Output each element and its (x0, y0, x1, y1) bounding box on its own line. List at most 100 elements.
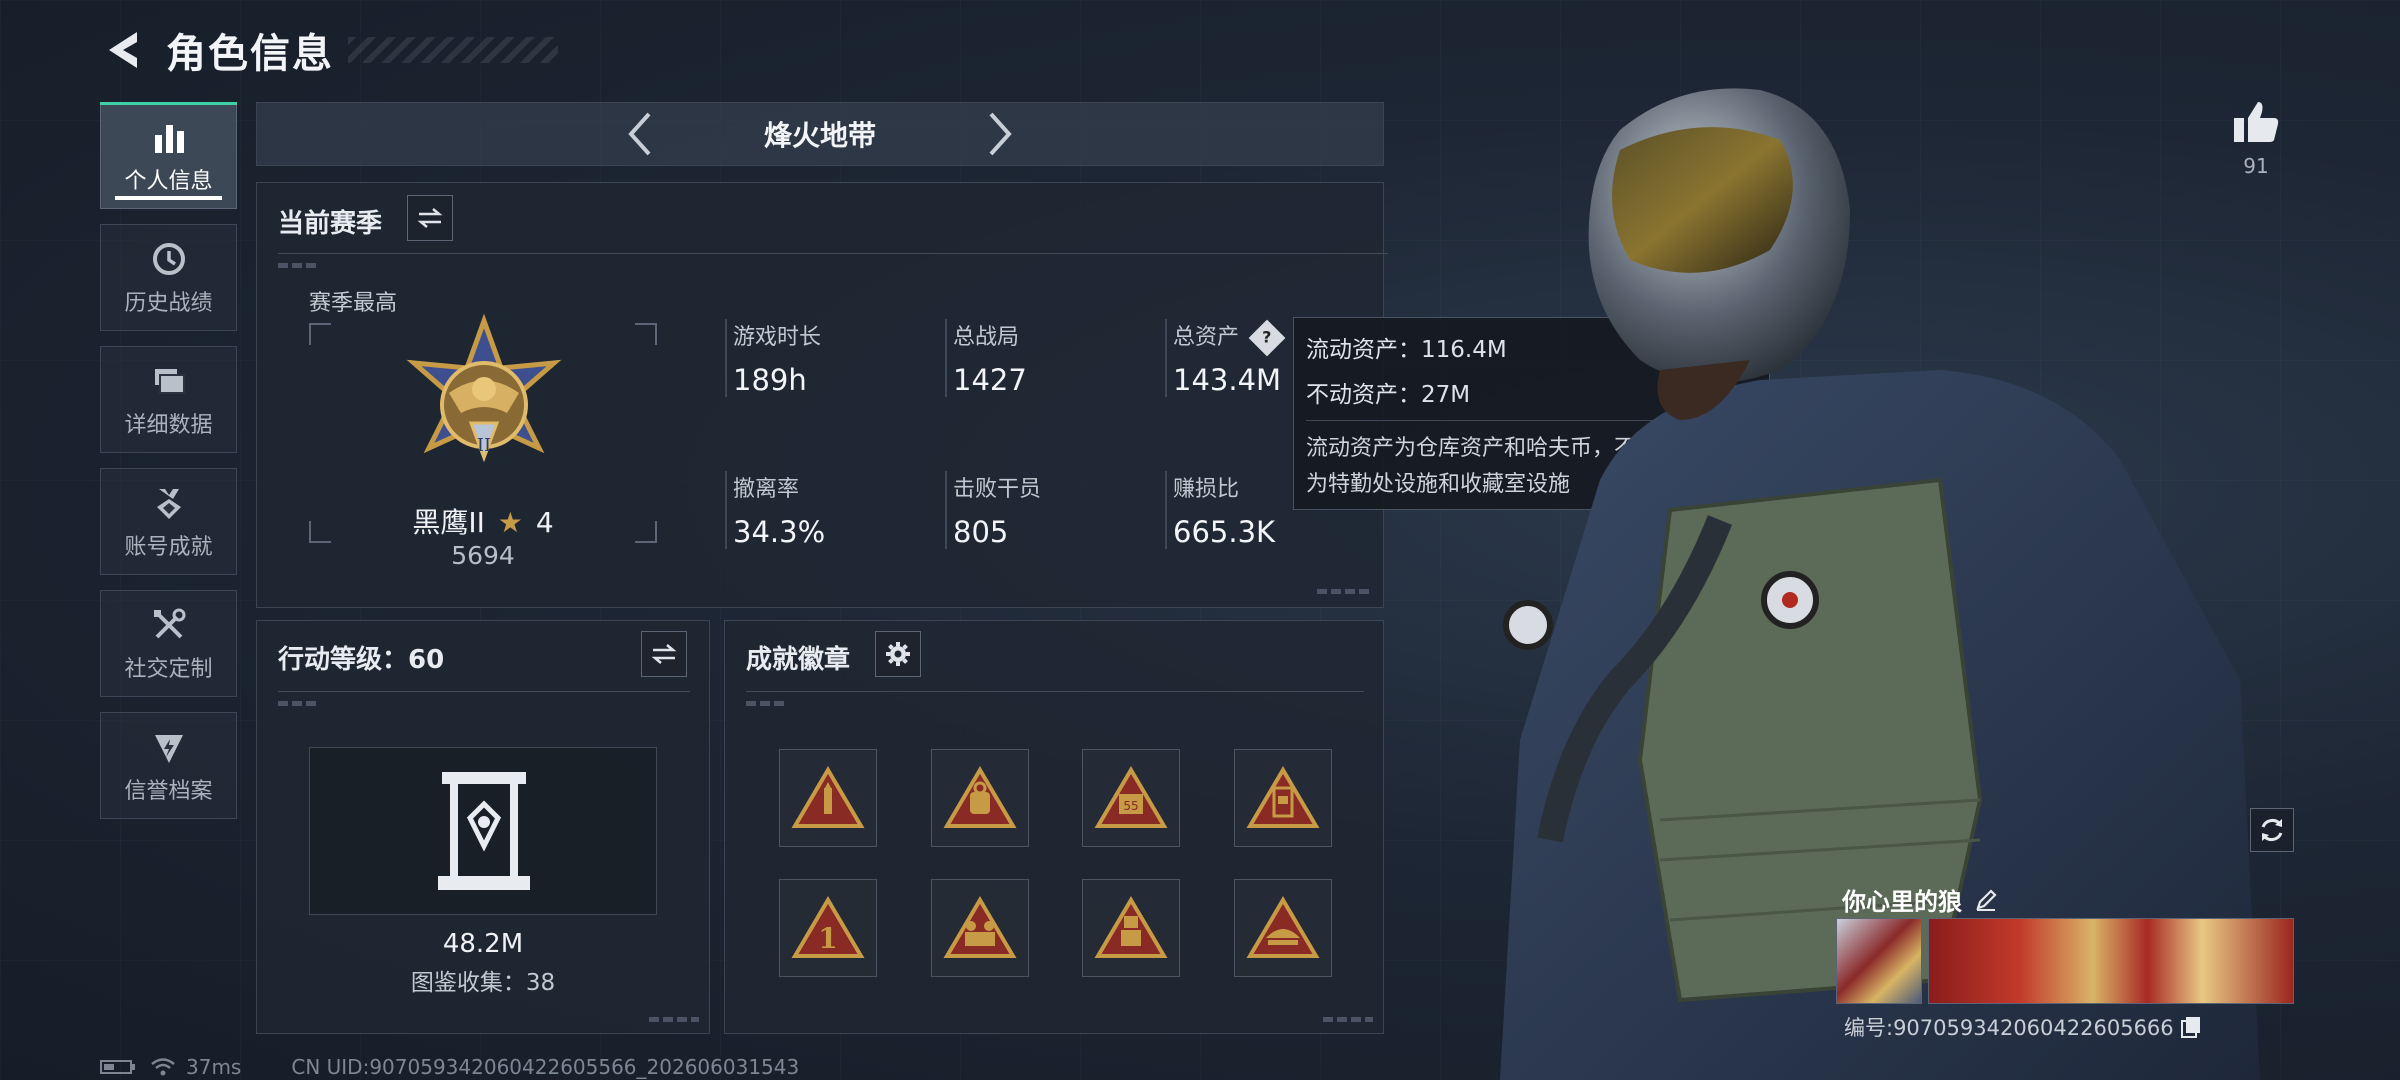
refresh-icon (2261, 819, 2283, 841)
shield-lightning-icon (149, 727, 189, 767)
uid-text: CN UID:907059342060422605566_20260603154… (291, 1055, 800, 1079)
divider-marks (278, 701, 318, 706)
stat-total-assets: 总资产 ? 143.4M (1165, 319, 1286, 397)
stat-value: 189h (733, 363, 807, 397)
player-id-row: 编号:907059342060422605666 (1844, 1012, 2202, 1042)
collection-screen[interactable] (309, 747, 657, 915)
header: 角色信息 (100, 20, 558, 80)
sidebar-item-label: 账号成就 (124, 534, 213, 560)
mode-title: 烽火地带 (763, 119, 876, 152)
folder-icon (149, 361, 189, 401)
ship-badge-icon[interactable] (1234, 879, 1332, 977)
ping-value: 37ms (186, 1055, 242, 1079)
stat-extraction-rate: 撤离率 34.3% (725, 471, 825, 549)
like-count: 91 (2243, 154, 2269, 178)
chevron-left-icon (628, 112, 651, 156)
sidebar-item-label: 信誉档案 (124, 778, 213, 804)
rank-name-row: 黑鹰II ★ 4 (309, 501, 657, 541)
season-switch-button[interactable] (407, 195, 453, 241)
bag-badge-icon[interactable] (931, 749, 1029, 847)
help-icon[interactable]: ? (1248, 319, 1286, 357)
stat-value: 1427 (953, 363, 1027, 397)
cabinet-badge-icon[interactable] (1234, 749, 1332, 847)
stat-play-time: 游戏时长 189h (725, 319, 821, 397)
action-level-panel: 行动等级：60 48.2M 图鉴收集：38 (256, 620, 710, 1034)
sidebar-item-label: 历史战绩 (124, 290, 213, 316)
number-one-badge-icon[interactable]: 1 (779, 879, 877, 977)
page-title: 角色信息 (166, 31, 334, 77)
achievement-medal-icon (149, 483, 189, 523)
back-button[interactable] (100, 27, 146, 73)
season-title: 当前赛季 (278, 209, 383, 239)
sidebar-item-detailed-data[interactable]: 详细数据 (100, 346, 237, 453)
avatar[interactable] (1836, 918, 1922, 1004)
gear-icon (886, 642, 910, 666)
wrench-screwdriver-icon (149, 605, 189, 645)
sidebar-item-achievements[interactable]: 账号成就 (100, 468, 237, 575)
nameplate-card[interactable] (1928, 918, 2294, 1004)
divider-marks (746, 701, 786, 706)
stat-profit-loss-ratio: 赚损比 665.3K (1165, 471, 1275, 549)
status-bar: 37ms CN UID:907059342060422605566_202606… (100, 1054, 799, 1080)
achievements-settings-button[interactable] (875, 631, 921, 677)
sidebar: 个人信息 历史战绩 详细数据 账号成就 社交定制 信誉档案 (100, 102, 237, 834)
svg-text:1: 1 (818, 922, 837, 955)
season-best-label: 赛季最高 (309, 291, 398, 316)
action-level-divider (278, 691, 690, 692)
sidebar-item-social-custom[interactable]: 社交定制 (100, 590, 237, 697)
action-level-title: 行动等级：60 (278, 645, 445, 675)
sidebar-item-history[interactable]: 历史战绩 (100, 224, 237, 331)
stat-total-matches: 总战局 1427 (945, 319, 1027, 397)
rocket-badge-icon[interactable] (779, 749, 877, 847)
svg-text:55: 55 (1123, 799, 1138, 813)
battery-icon (100, 1060, 135, 1074)
stat-label: 总资产 (1173, 325, 1240, 350)
stat-label-row: 总资产 ? (1173, 319, 1286, 357)
bar-chart-icon (149, 117, 189, 157)
rank-name: 黑鹰II (412, 506, 485, 539)
stat-value: 143.4M (1173, 363, 1282, 397)
stat-label: 总战局 (953, 325, 1020, 350)
sidebar-item-personal-info[interactable]: 个人信息 (100, 102, 237, 209)
player-id: 编号:907059342060422605666 (1844, 1016, 2174, 1040)
season-divider (278, 253, 1388, 254)
rank-emblem-icon: II (406, 313, 562, 463)
collection-value: 48.2M (442, 929, 524, 959)
divider-marks (278, 263, 318, 268)
mode-selector: 烽火地带 (256, 102, 1384, 166)
corner-marks (1323, 1017, 1373, 1022)
achievements-title: 成就徽章 (746, 645, 851, 675)
thumbs-up-icon (2234, 102, 2279, 142)
sidebar-item-credit-record[interactable]: 信誉档案 (100, 712, 237, 819)
star-icon: ★ (497, 506, 523, 539)
copy-icon[interactable] (2180, 1015, 2202, 1039)
chevron-right-icon (989, 112, 1012, 156)
collection-count: 图鉴收集：38 (410, 970, 556, 996)
rank-stars: 4 (535, 506, 554, 539)
stat-value: 665.3K (1173, 515, 1276, 549)
sidebar-item-label: 社交定制 (124, 656, 213, 682)
stat-value: 34.3% (733, 515, 826, 549)
soldier-badge-icon[interactable] (1082, 879, 1180, 977)
season-panel: 当前赛季 赛季最高 II 黑鹰II ★ 4 5694 游戏时长 189h 总战局… (256, 182, 1388, 608)
history-clock-icon (149, 239, 189, 279)
stat-label: 击败干员 (953, 477, 1042, 502)
ammo-badge-icon[interactable]: 55 (1082, 749, 1180, 847)
action-level-switch-button[interactable] (641, 631, 687, 677)
corner-marks (1317, 589, 1372, 594)
stat-label: 赚损比 (1173, 477, 1240, 502)
mode-next-button[interactable] (975, 109, 1025, 159)
achievements-divider (746, 691, 1364, 692)
squad-badge-icon[interactable] (931, 879, 1029, 977)
stat-value: 805 (953, 515, 1009, 549)
player-name: 你心里的狼 (1842, 888, 1962, 916)
player-card-row (1836, 918, 2294, 1004)
switch-arrows-icon (651, 644, 677, 664)
switch-arrows-icon (417, 208, 443, 228)
achievements-panel: 成就徽章 55 1 (724, 620, 1384, 1034)
like-button[interactable]: 91 (2226, 100, 2286, 178)
sidebar-item-label: 个人信息 (124, 168, 213, 194)
edit-icon[interactable] (1974, 888, 1998, 912)
refresh-button[interactable] (2250, 808, 2294, 852)
mode-prev-button[interactable] (615, 109, 665, 159)
